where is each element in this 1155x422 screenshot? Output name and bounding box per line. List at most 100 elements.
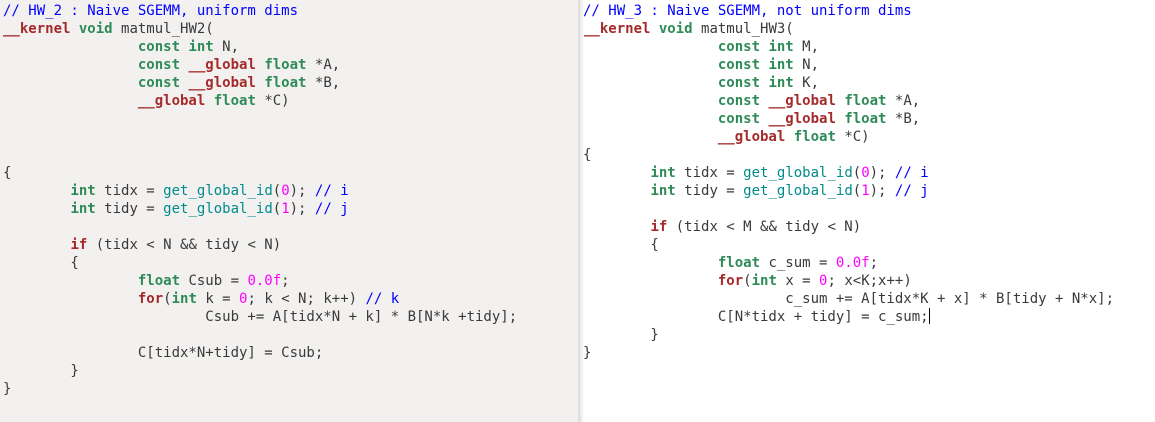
code-line[interactable]: const __global float *B, [583,110,1114,128]
code-line[interactable]: if (tidx < M && tidy < N) [583,218,1114,236]
code-token: // j [314,201,349,217]
code-line[interactable]: // HW_3 : Naive SGEMM, not uniform dims [583,2,1114,20]
code-token: x = [776,273,820,289]
code-token: get_global_id [163,201,273,217]
code-view-hw2[interactable]: // HW_2 : Naive SGEMM, uniform dims __ker… [3,2,517,398]
code-token: __global [768,111,836,127]
code-line[interactable]: float Csub = 0.0f; [3,272,517,290]
code-line[interactable] [3,128,517,146]
code-line[interactable]: c_sum += A[tidx*K + x] * B[tidy + N*x]; [583,290,1114,308]
code-line[interactable]: } [3,362,517,380]
editor-pane-hw2[interactable]: // HW_2 : Naive SGEMM, uniform dims __ker… [0,0,580,422]
code-line[interactable]: const int N, [583,56,1114,74]
code-line[interactable]: int tidy = get_global_id(1); // j [3,200,517,218]
code-line[interactable] [3,146,517,164]
code-line[interactable]: const int N, [3,38,517,56]
code-token: { [3,255,79,271]
code-line[interactable]: for(int k = 0; k < N; k++) // k [3,290,517,308]
code-line[interactable]: int tidy = get_global_id(1); // j [583,182,1114,200]
code-line[interactable]: { [3,164,517,182]
code-token: Csub = [180,273,248,289]
code-line[interactable]: __global float *C) [3,92,517,110]
code-line[interactable] [583,200,1114,218]
code-token: 0.0f [835,255,870,271]
code-token: const [717,57,761,73]
code-line[interactable]: __kernel void matmul_HW3( [583,20,1114,38]
code-line[interactable]: C[tidx*N+tidy] = Csub; [3,344,517,362]
code-token: float [137,273,181,289]
code-line[interactable]: } [3,380,517,398]
code-token: { [583,237,659,253]
code-token: int [751,273,777,289]
code-token: } [583,345,592,361]
code-token: *C) [255,93,290,109]
code-token: K, [793,75,820,91]
code-token: N, [793,57,820,73]
code-token: __global [137,93,206,109]
code-line[interactable] [3,110,517,128]
code-token: if [70,237,88,253]
code-line[interactable]: const __global float *B, [3,74,517,92]
code-token: M, [793,39,820,55]
code-token: C[N*tidx + tidy] = c_sum; [583,309,929,325]
code-token: // i [314,183,349,199]
code-token: __kernel [3,21,71,37]
code-token: get_global_id [163,183,273,199]
code-line[interactable] [3,218,517,236]
code-token: const [717,111,761,127]
code-line[interactable]: Csub += A[tidx*N + k] * B[N*k +tidy]; [3,308,517,326]
code-token: __global [188,57,256,73]
code-line[interactable]: // HW_2 : Naive SGEMM, uniform dims [3,2,517,20]
code-line[interactable]: { [583,146,1114,164]
code-line[interactable]: float c_sum = 0.0f; [583,254,1114,272]
code-line[interactable] [3,326,517,344]
code-token: 0.0f [247,273,282,289]
code-token: ); [289,183,315,199]
code-token: ( [163,291,172,307]
code-token: (tidx < N && tidy < N) [87,237,282,253]
code-token: float [264,75,307,91]
code-token: ; [281,273,290,289]
code-line[interactable]: const __global float *A, [583,92,1114,110]
code-line[interactable]: C[N*tidx + tidy] = c_sum; [583,308,1114,326]
code-token: tidy = [95,201,164,217]
pane-divider[interactable] [578,0,584,422]
code-token: tidy = [675,183,744,199]
code-line[interactable]: const int K, [583,74,1114,92]
code-line[interactable]: } [583,344,1114,362]
code-token: { [583,147,592,163]
code-token: void [78,21,113,37]
code-line[interactable]: if (tidx < N && tidy < N) [3,236,517,254]
code-line[interactable]: __global float *C) [583,128,1114,146]
code-token: { [3,165,12,181]
code-view-hw3[interactable]: // HW_3 : Naive SGEMM, not uniform dims _… [583,2,1114,362]
code-line[interactable]: { [583,236,1114,254]
code-token: ( [743,273,752,289]
code-token: // HW_2 : Naive SGEMM, uniform dims [3,3,299,19]
code-line[interactable]: { [3,254,517,272]
code-line[interactable]: int tidx = get_global_id(0); // i [3,182,517,200]
editor-pane-hw3[interactable]: // HW_3 : Naive SGEMM, not uniform dims _… [580,0,1155,422]
code-line[interactable]: int tidx = get_global_id(0); // i [583,164,1114,182]
code-token: const [137,75,181,91]
code-token: float [717,255,761,271]
code-line[interactable]: __kernel void matmul_HW2( [3,20,517,38]
code-token: // j [894,183,929,199]
code-line[interactable]: const int M, [583,38,1114,56]
code-line[interactable]: for(int x = 0; x<K;x++) [583,272,1114,290]
code-token: 0 [281,183,290,199]
code-line[interactable]: const __global float *A, [3,56,517,74]
code-token: ; [869,255,879,271]
code-line[interactable]: } [583,326,1114,344]
